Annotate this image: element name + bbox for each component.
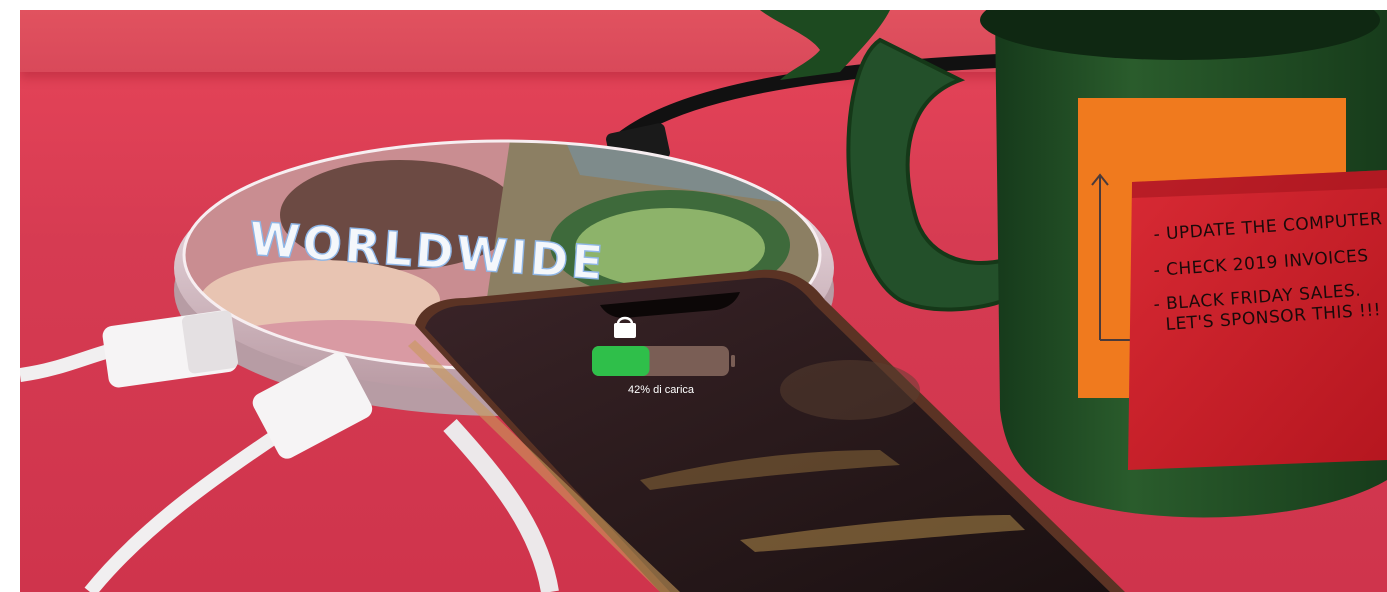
battery-status-label: 42% di carica: [628, 384, 695, 396]
usb-plug-left: [102, 310, 239, 388]
battery-indicator: [592, 346, 735, 376]
scene-artwork: WORLDWIDE - UPDATE THE COMPUTER - CHECK …: [20, 10, 1387, 592]
photo-scene: WORLDWIDE - UPDATE THE COMPUTER - CHECK …: [20, 10, 1387, 592]
battery-tip: [731, 355, 735, 367]
usb-cable-bottom: [84, 424, 289, 592]
battery-fill: [592, 346, 650, 376]
sticky-note: - UPDATE THE COMPUTER - CHECK 2019 INVOI…: [1128, 170, 1387, 470]
